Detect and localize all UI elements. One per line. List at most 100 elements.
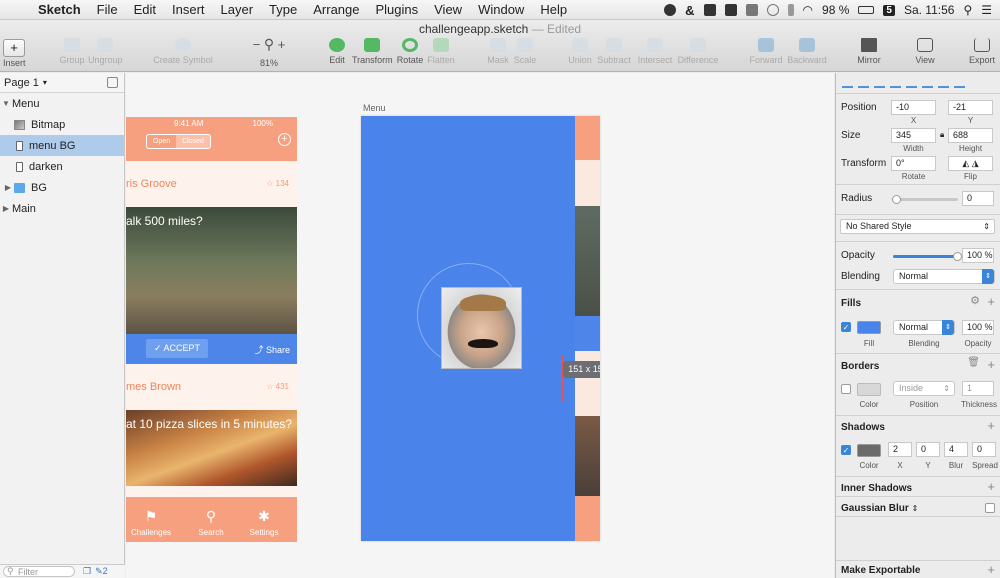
menu-arrange[interactable]: Arrange	[305, 2, 367, 17]
canvas[interactable]: 9:41 AM 100% Open Closed + ris Groove ☆ …	[126, 73, 834, 578]
position-x-input[interactable]: -10	[891, 100, 936, 115]
align-middle-icon[interactable]	[922, 79, 933, 88]
flatten-button[interactable]: Flatten	[426, 38, 456, 65]
export-button[interactable]: Export	[968, 38, 996, 65]
opacity-input[interactable]: 100 %	[962, 248, 994, 263]
mask-button[interactable]: Mask	[486, 38, 510, 65]
position-y-input[interactable]: -21	[948, 100, 993, 115]
main-artboard-preview[interactable]: 9:41 AM 100% Open Closed + ris Groove ☆ …	[126, 117, 297, 542]
gaussian-blur-checkbox[interactable]	[985, 503, 995, 513]
flip-vertical-icon[interactable]: ◮	[972, 158, 979, 168]
create-symbol-button[interactable]: Create Symbol	[152, 38, 214, 65]
mirror-button[interactable]: Mirror	[854, 38, 884, 65]
desktop-badge[interactable]: 5	[883, 4, 895, 16]
clock[interactable]: Sa. 11:56	[904, 3, 954, 17]
align-left-icon[interactable]	[842, 79, 853, 88]
layer-menu-bg[interactable]: menu BG	[0, 135, 124, 156]
zoom-in-button[interactable]: +	[278, 37, 286, 52]
spotlight-icon[interactable]: ⚲	[963, 3, 972, 17]
scale-button[interactable]: Scale	[512, 38, 538, 65]
rotate-input[interactable]: 0°	[891, 156, 936, 171]
lock-icon[interactable]: 🔒︎	[940, 130, 944, 140]
layer-bitmap[interactable]: Bitmap	[0, 114, 124, 135]
dropbox-icon[interactable]	[724, 4, 737, 16]
zoom-out-button[interactable]: −	[253, 37, 261, 52]
artboard-label[interactable]: Menu	[363, 103, 386, 113]
menu-layer[interactable]: Layer	[213, 2, 262, 17]
radius-input[interactable]: 0	[962, 191, 994, 206]
radius-slider[interactable]	[893, 198, 958, 201]
insert-button[interactable]: +	[3, 39, 25, 57]
forward-button[interactable]: Forward	[749, 38, 783, 65]
width-input[interactable]: 345	[891, 128, 936, 143]
distribute-h-icon[interactable]	[890, 79, 901, 88]
add-fill-icon[interactable]: +	[987, 294, 995, 309]
menu-window[interactable]: Window	[470, 2, 532, 17]
align-right-icon[interactable]	[874, 79, 885, 88]
transform-button[interactable]: Transform	[352, 38, 393, 65]
fill-opacity-input[interactable]: 100 %	[962, 320, 994, 335]
shadow-y-input[interactable]: 0	[916, 442, 940, 457]
fill-color-swatch[interactable]	[857, 321, 881, 334]
subtract-button[interactable]: Subtract	[596, 38, 632, 65]
wifi-icon[interactable]: ◠	[803, 3, 813, 17]
collapse-pages-icon[interactable]	[107, 77, 118, 88]
group-button[interactable]: Group	[58, 38, 86, 65]
gaussian-blur-title[interactable]: Gaussian Blur ⇕	[841, 503, 918, 514]
fill-blending-select[interactable]: Normal ⇕	[893, 320, 955, 335]
disclosure-open-icon[interactable]: ▼	[0, 99, 12, 108]
ungroup-button[interactable]: Ungroup	[88, 38, 123, 65]
distribute-v-icon[interactable]	[954, 79, 965, 88]
align-center-icon[interactable]	[858, 79, 869, 88]
add-border-icon[interactable]: +	[987, 357, 995, 372]
shadow-enabled-checkbox[interactable]: ✓	[841, 445, 851, 455]
border-thickness-input[interactable]: 1	[962, 381, 994, 396]
disclosure-closed-icon[interactable]: ▶	[2, 183, 14, 192]
flip-control[interactable]: ◭ ◮	[948, 156, 993, 171]
page-selector[interactable]: Page 1 ▾	[0, 73, 124, 93]
filter-input[interactable]: Filter	[3, 566, 75, 577]
align-bottom-icon[interactable]	[938, 79, 949, 88]
height-input[interactable]: 688	[948, 128, 993, 143]
slice-count[interactable]: ✎2	[95, 566, 108, 577]
fill-enabled-checkbox[interactable]: ✓	[841, 322, 851, 332]
layer-darken[interactable]: darken	[0, 156, 124, 177]
layer-main[interactable]: ▶ Main	[0, 198, 124, 219]
menu-file[interactable]: File	[89, 2, 126, 17]
ampersand-icon[interactable]: &	[685, 3, 694, 18]
shadow-spread-input[interactable]: 0	[972, 442, 996, 457]
flip-horizontal-icon[interactable]: ◭	[962, 158, 969, 168]
disclosure-closed-icon[interactable]: ▶	[0, 204, 12, 213]
folder-icon[interactable]	[703, 4, 716, 16]
menu-edit[interactable]: Edit	[126, 2, 164, 17]
shadow-blur-input[interactable]: 4	[944, 442, 968, 457]
copy-icon[interactable]: ❐	[83, 566, 91, 577]
menu-plugins[interactable]: Plugins	[367, 2, 426, 17]
bluetooth-icon[interactable]	[787, 4, 794, 16]
menu-help[interactable]: Help	[532, 2, 575, 17]
notification-center-icon[interactable]: ☰	[981, 3, 992, 17]
shadow-x-input[interactable]: 2	[888, 442, 912, 457]
opacity-slider[interactable]	[893, 255, 958, 258]
border-enabled-checkbox[interactable]	[841, 384, 851, 394]
radius-slider-knob[interactable]	[892, 195, 901, 204]
layer-menu[interactable]: ▼ Menu	[0, 93, 124, 114]
intersect-button[interactable]: Intersect	[636, 38, 674, 65]
edit-button[interactable]: Edit	[327, 38, 347, 65]
add-shadow-icon[interactable]: +	[987, 418, 995, 433]
border-position-select[interactable]: Inside ⇕	[893, 381, 955, 396]
menu-view[interactable]: View	[426, 2, 470, 17]
battery-icon[interactable]	[858, 6, 875, 14]
add-export-icon[interactable]: +	[987, 562, 995, 577]
view-button[interactable]: View	[912, 38, 938, 65]
trash-icon[interactable]: 🗑︎	[967, 357, 980, 368]
shadow-color-swatch[interactable]	[857, 444, 881, 457]
shared-style-select[interactable]: No Shared Style ⇕	[840, 219, 995, 234]
opacity-slider-knob[interactable]	[953, 252, 962, 261]
drive-icon[interactable]	[745, 4, 758, 16]
layer-bg[interactable]: ▶ BG	[0, 177, 124, 198]
backward-button[interactable]: Backward	[786, 38, 828, 65]
gear-icon[interactable]: ⚙	[970, 294, 980, 307]
rotate-button[interactable]: Rotate	[396, 38, 424, 65]
add-inner-shadow-icon[interactable]: +	[987, 479, 995, 494]
